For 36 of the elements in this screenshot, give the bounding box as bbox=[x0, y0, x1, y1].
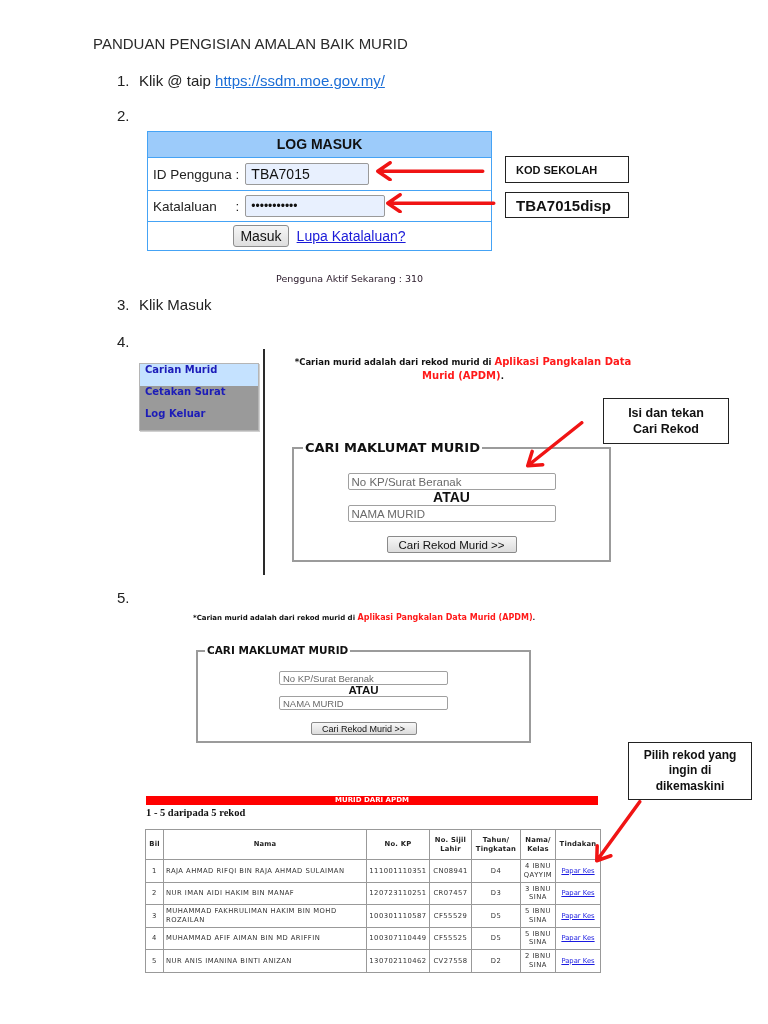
panel-title: LOG MASUK bbox=[148, 132, 491, 158]
separator-text: ATAU bbox=[433, 490, 470, 505]
search-button[interactable]: Cari Rekod Murid >> bbox=[386, 536, 517, 553]
username-field[interactable]: TBA7015 bbox=[245, 163, 370, 185]
record-count: 1 - 5 daripada 5 rekod bbox=[146, 807, 246, 818]
callout-note: Isi dan tekan Cari Rekod bbox=[603, 398, 729, 444]
annotation-arrow bbox=[526, 421, 584, 468]
panel-legend: CARI MAKLUMAT MURID bbox=[205, 644, 351, 657]
step-number: 3. bbox=[117, 295, 131, 315]
step-number: 1. bbox=[117, 71, 131, 91]
callout-note: TBA7015disp bbox=[505, 192, 629, 218]
search-field[interactable]: NAMA MURID bbox=[279, 696, 448, 710]
step-number: 2. bbox=[117, 106, 131, 126]
search-button[interactable]: Cari Rekod Murid >> bbox=[310, 722, 417, 735]
callout-note: Pilih rekod yang ingin di dikemaskini bbox=[628, 742, 752, 800]
forgot-password-link[interactable]: Lupa Katalaluan? bbox=[296, 228, 406, 244]
document-title: PANDUAN PENGISIAN AMALAN BAIK MURID bbox=[93, 34, 408, 54]
step-text: Klik Masuk bbox=[139, 295, 212, 315]
login-button[interactable]: Masuk bbox=[233, 225, 289, 247]
search-field[interactable]: NAMA MURID bbox=[347, 505, 556, 522]
separator-text: ATAU bbox=[348, 685, 379, 696]
url-link[interactable]: https://ssdm.moe.gov.my/ bbox=[215, 72, 385, 89]
status-text: Pengguna Aktif Sekarang : 310 bbox=[276, 273, 424, 285]
step-number: 4. bbox=[117, 332, 131, 352]
field-label: ID Pengguna : bbox=[153, 166, 240, 182]
search-field[interactable]: No KP/Surat Beranak bbox=[347, 473, 556, 490]
panel-legend: CARI MAKLUMAT MURID bbox=[303, 440, 482, 455]
password-field[interactable]: ••••••••••• bbox=[245, 195, 386, 217]
annotation-arrow bbox=[595, 800, 642, 863]
search-field[interactable]: No KP/Surat Beranak bbox=[279, 671, 448, 685]
field-label: Katalaluan : bbox=[153, 198, 240, 214]
step-number: 5. bbox=[117, 588, 131, 608]
menu-item[interactable]: Carian Murid bbox=[140, 364, 258, 386]
callout-note: KOD SEKOLAH bbox=[505, 156, 629, 183]
step-text: Klik @ taip https://ssdm.moe.gov.my/ bbox=[139, 71, 385, 91]
notice-text: *Carian murid adalah dari rekod murid di Aplikasi Pangkalan Data Murid (APDM). bbox=[293, 355, 633, 383]
